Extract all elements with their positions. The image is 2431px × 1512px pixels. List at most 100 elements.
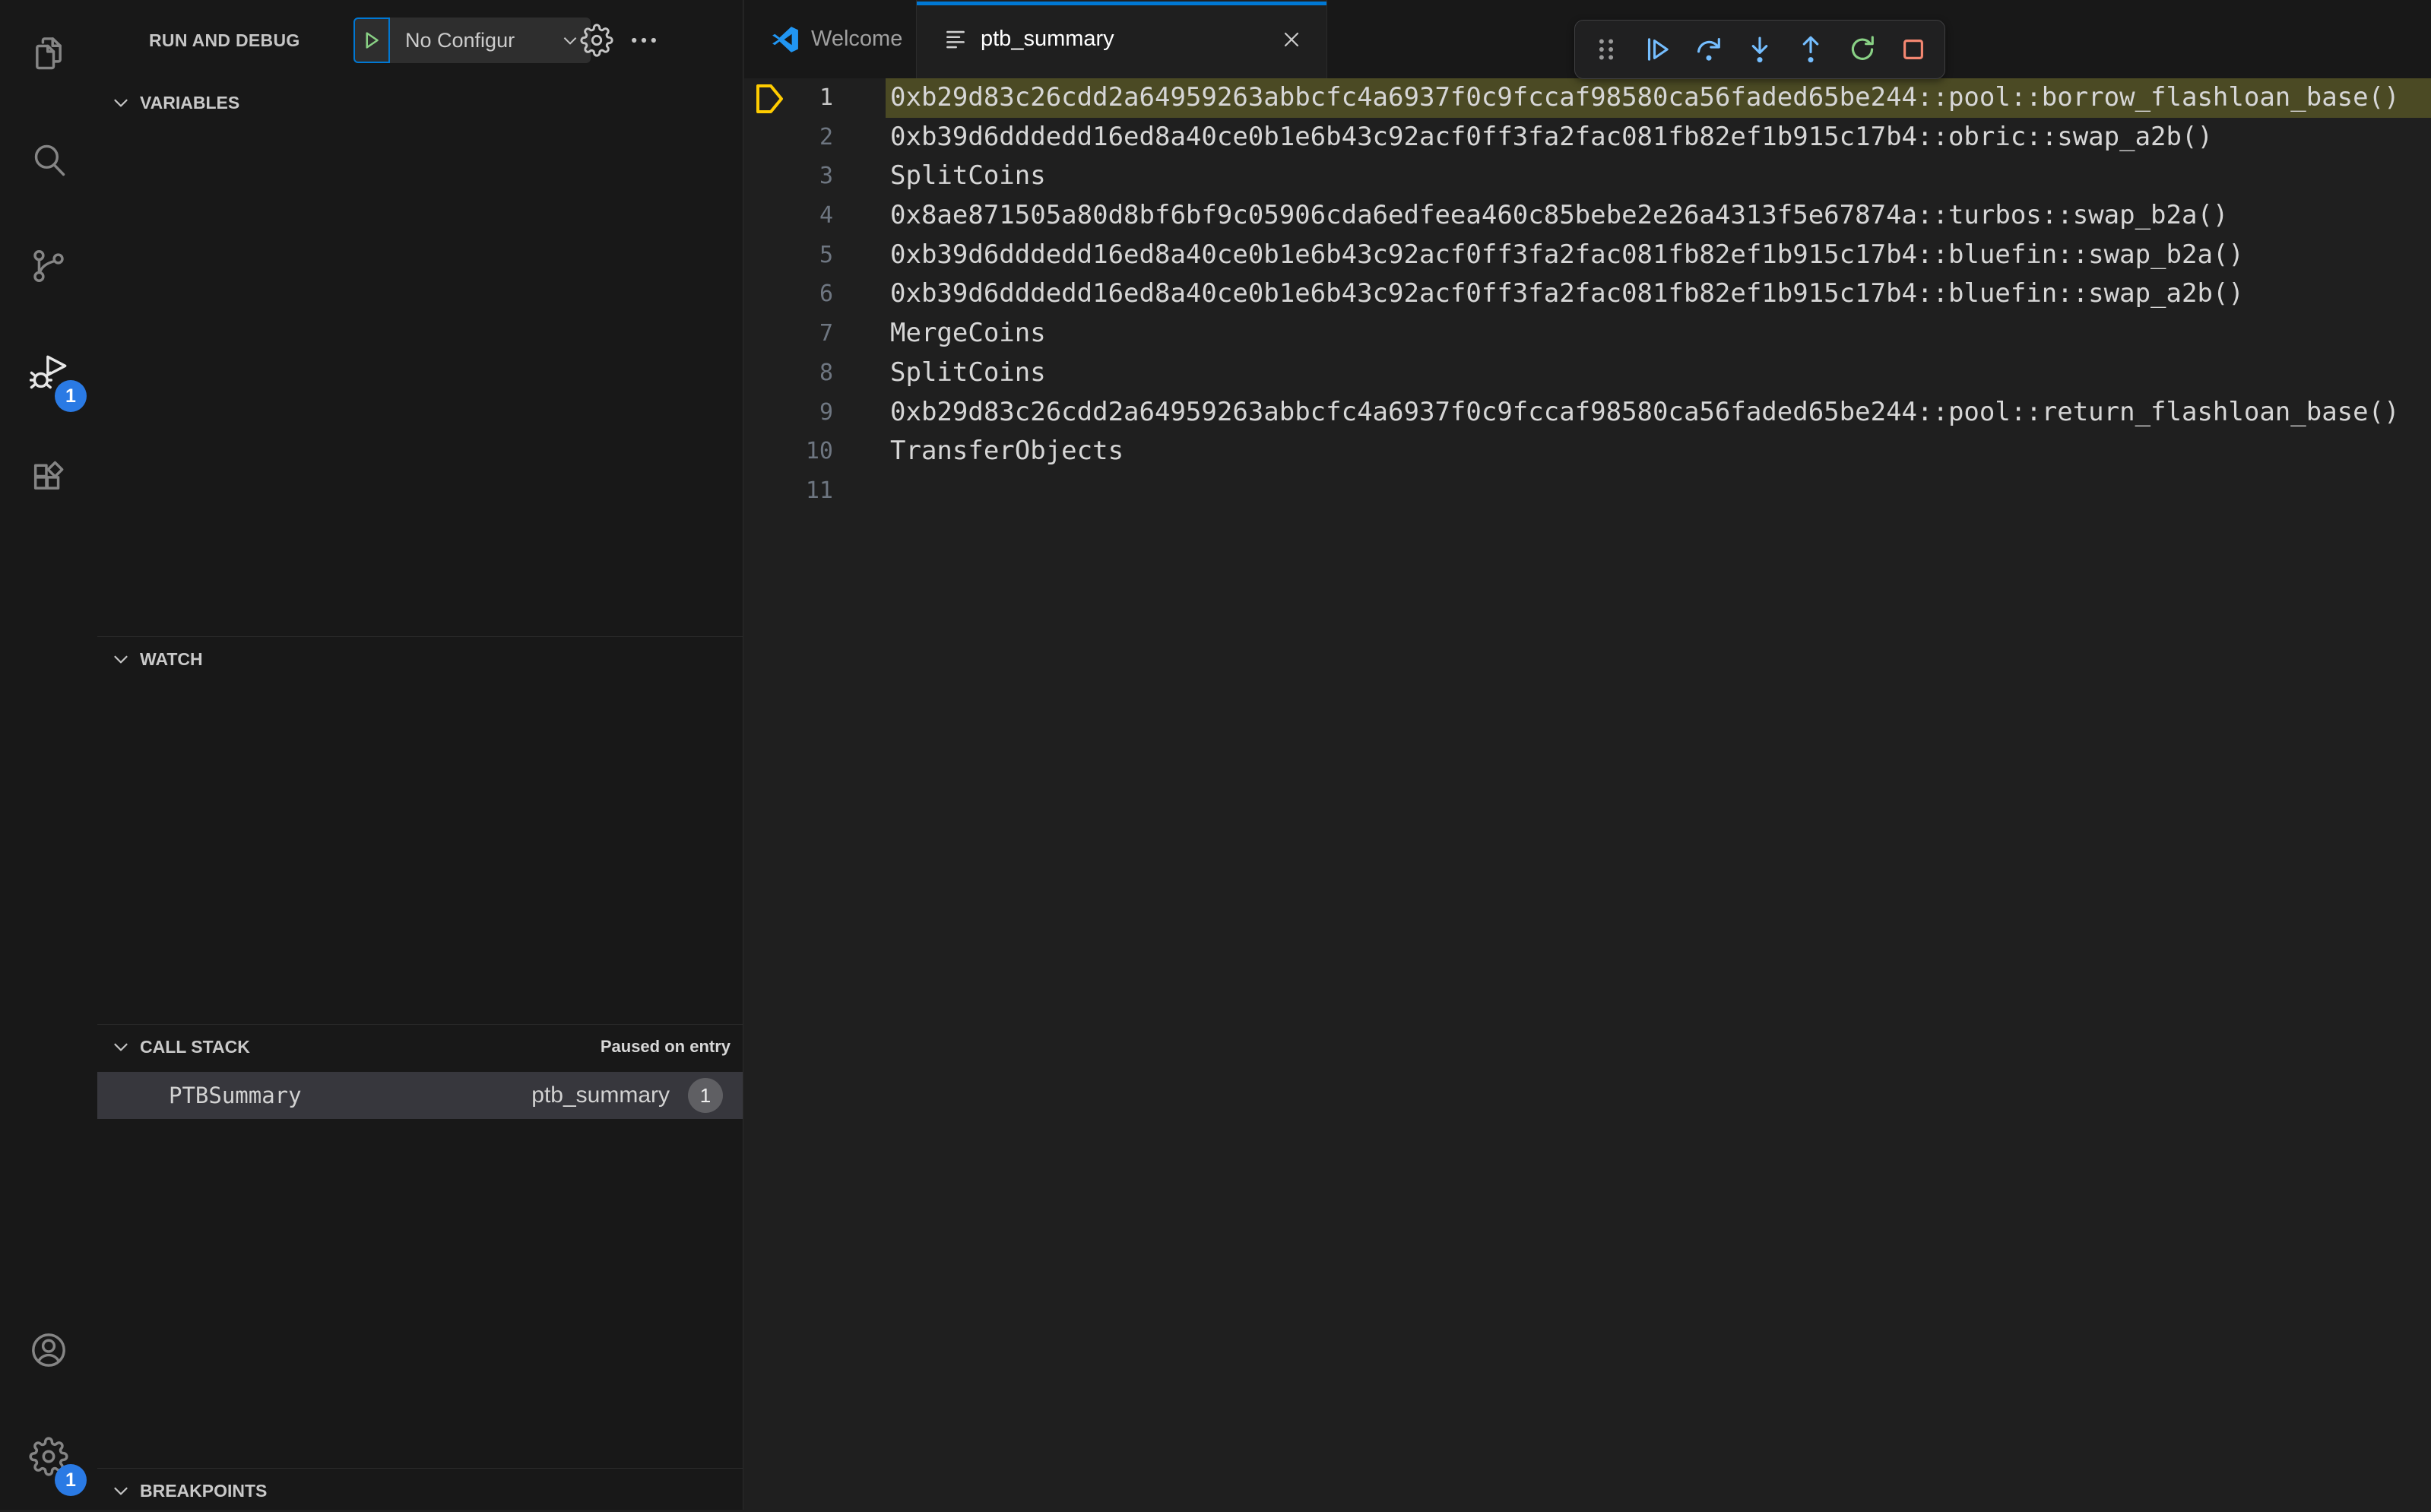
run-and-debug-sidebar: RUN AND DEBUG No Configur VARIABLES WATC…	[97, 0, 743, 1510]
code-text: 0x8ae871505a80d8bf6bf9c05906cda6edfeea46…	[890, 200, 2229, 231]
code-line[interactable]: 10 TransferObjects	[744, 432, 2431, 471]
code-text: SplitCoins	[890, 160, 1046, 192]
step-over-icon	[1697, 37, 1720, 61]
tab-ptb-summary[interactable]: ptb_summary	[917, 0, 1327, 78]
code-text: MergeCoins	[890, 318, 1046, 349]
line-number[interactable]: 7	[744, 314, 833, 353]
debug-settings-button[interactable]	[576, 21, 617, 60]
code-line[interactable]: 2 0xb39d6dddedd16ed8a40ce0b1e6b43c92acf0f…	[744, 118, 2431, 157]
restart-button[interactable]	[1840, 27, 1884, 71]
code-text: 0xb39d6dddedd16ed8a40ce0b1e6b43c92acf0ff…	[890, 121, 2213, 152]
code-line[interactable]: 4 0x8ae871505a80d8bf6bf9c05906cda6edfeea4…	[744, 196, 2431, 236]
code-line[interactable]: 6 0xb39d6dddedd16ed8a40ce0b1e6b43c92acf0f…	[744, 274, 2431, 314]
tab-close-button[interactable]	[1276, 24, 1307, 55]
step-out-icon	[1802, 36, 1819, 63]
line-number[interactable]: 5	[744, 236, 833, 275]
code-text: SplitCoins	[890, 357, 1046, 388]
call-stack-section-header[interactable]: CALL STACK Paused on entry	[97, 1025, 743, 1068]
editor-group: Welcome ptb_summary 1 0xb29d83c26cdd2a64…	[744, 0, 2431, 1510]
breakpoints-section-label: BREAKPOINTS	[140, 1480, 268, 1501]
settings-badge: 1	[55, 1464, 87, 1496]
views-more-actions-button[interactable]	[623, 21, 664, 60]
activity-item-search[interactable]	[0, 106, 97, 213]
account-icon	[32, 1333, 65, 1367]
code-line[interactable]: 7 MergeCoins	[744, 314, 2431, 353]
gripper-icon	[1599, 39, 1614, 60]
start-debug-button[interactable]	[353, 17, 390, 63]
restart-icon	[1851, 36, 1874, 60]
chevron-down-icon	[114, 1487, 128, 1495]
debug-config-label: No Configur	[405, 28, 515, 52]
continue-button[interactable]	[1635, 27, 1679, 71]
chevron-down-icon	[114, 99, 128, 107]
sidebar-title: RUN AND DEBUG	[149, 30, 300, 50]
line-number[interactable]: 6	[744, 274, 833, 314]
stop-icon	[1903, 40, 1923, 59]
tab-welcome-label: Welcome	[811, 27, 903, 51]
line-number[interactable]: 11	[744, 471, 833, 511]
step-into-icon	[1751, 36, 1768, 63]
breakpoints-section-header[interactable]: BREAKPOINTS	[97, 1469, 743, 1512]
paused-status: Paused on entry	[600, 1037, 731, 1056]
step-out-button[interactable]	[1789, 27, 1833, 71]
code-editor: 1 0xb29d83c26cdd2a64959263abbcfc4a6937f0c…	[744, 78, 2431, 1510]
step-into-button[interactable]	[1738, 27, 1782, 71]
code-text: 0xb29d83c26cdd2a64959263abbcfc4a6937f0c9…	[890, 396, 2400, 427]
line-number[interactable]: 8	[744, 353, 833, 393]
code-line[interactable]: 9 0xb29d83c26cdd2a64959263abbcfc4a6937f0c…	[744, 393, 2431, 433]
code-text: 0xb39d6dddedd16ed8a40ce0b1e6b43c92acf0ff…	[890, 239, 2244, 270]
stop-button[interactable]	[1891, 27, 1935, 71]
vscode-logo-icon	[772, 26, 798, 52]
ellipsis-icon	[632, 37, 656, 43]
variables-section-header[interactable]: VARIABLES	[97, 81, 743, 124]
play-icon	[366, 32, 379, 49]
list-file-icon	[946, 30, 965, 48]
code-text: TransferObjects	[890, 436, 1124, 467]
vscode-window: 1 1 RUN AND DEBUG No Configur VARIABLES …	[0, 0, 2431, 1510]
code-line[interactable]: 3 SplitCoins	[744, 157, 2431, 196]
gear-icon	[580, 24, 613, 57]
chevron-down-icon	[114, 655, 128, 664]
code-line[interactable]: 5 0xb39d6dddedd16ed8a40ce0b1e6b43c92acf0f…	[744, 236, 2431, 275]
debug-config-dropdown[interactable]: No Configur	[390, 17, 591, 63]
code-line[interactable]: 8 SplitCoins	[744, 353, 2431, 393]
frame-source: ptb_summary	[531, 1082, 670, 1108]
line-number[interactable]: 4	[744, 196, 833, 236]
debug-current-line-pointer-icon	[755, 82, 785, 116]
tab-ptb-summary-label: ptb_summary	[981, 27, 1114, 51]
breakpoints-section: BREAKPOINTS	[97, 1469, 743, 1510]
close-icon	[1284, 32, 1299, 46]
code-text: 0xb39d6dddedd16ed8a40ce0b1e6b43c92acf0ff…	[890, 278, 2244, 309]
activity-item-source-control[interactable]	[0, 213, 97, 319]
code-text: 0xb29d83c26cdd2a64959263abbcfc4a6937f0c9…	[890, 82, 2400, 113]
source-control-icon	[33, 249, 64, 283]
activity-item-run-and-debug[interactable]: 1	[0, 319, 97, 426]
frame-badge: 1	[688, 1078, 723, 1113]
activity-item-settings[interactable]: 1	[0, 1403, 97, 1510]
debug-toolbar	[1574, 20, 1945, 79]
watch-section-header[interactable]: WATCH	[97, 638, 743, 680]
line-number[interactable]: 3	[744, 157, 833, 196]
continue-icon	[1648, 38, 1669, 61]
line-number[interactable]: 2	[744, 118, 833, 157]
code-line[interactable]: 1 0xb29d83c26cdd2a64959263abbcfc4a6937f0c…	[744, 78, 2431, 118]
line-number[interactable]: 9	[744, 393, 833, 433]
debug-badge: 1	[55, 380, 87, 412]
code-line[interactable]: 11	[744, 471, 2431, 511]
call-stack-section: CALL STACK Paused on entry PTBSummary pt…	[97, 1025, 743, 1469]
watch-section: WATCH	[97, 638, 743, 1025]
step-over-button[interactable]	[1687, 27, 1731, 71]
extensions-icon	[33, 461, 64, 490]
call-stack-section-label: CALL STACK	[140, 1036, 250, 1057]
activity-item-explorer[interactable]	[0, 0, 97, 106]
watch-section-label: WATCH	[140, 648, 203, 669]
tab-welcome[interactable]: Welcome	[744, 0, 917, 78]
call-stack-frame-row[interactable]: PTBSummary ptb_summary 1	[97, 1072, 743, 1119]
activity-item-accounts[interactable]	[0, 1297, 97, 1403]
activity-item-extensions[interactable]	[0, 426, 97, 532]
line-number[interactable]: 10	[744, 432, 833, 471]
files-icon	[36, 37, 62, 70]
toolbar-drag-handle[interactable]	[1584, 27, 1628, 71]
launch-controls: No Configur	[353, 17, 591, 63]
variables-section-label: VARIABLES	[140, 92, 240, 113]
